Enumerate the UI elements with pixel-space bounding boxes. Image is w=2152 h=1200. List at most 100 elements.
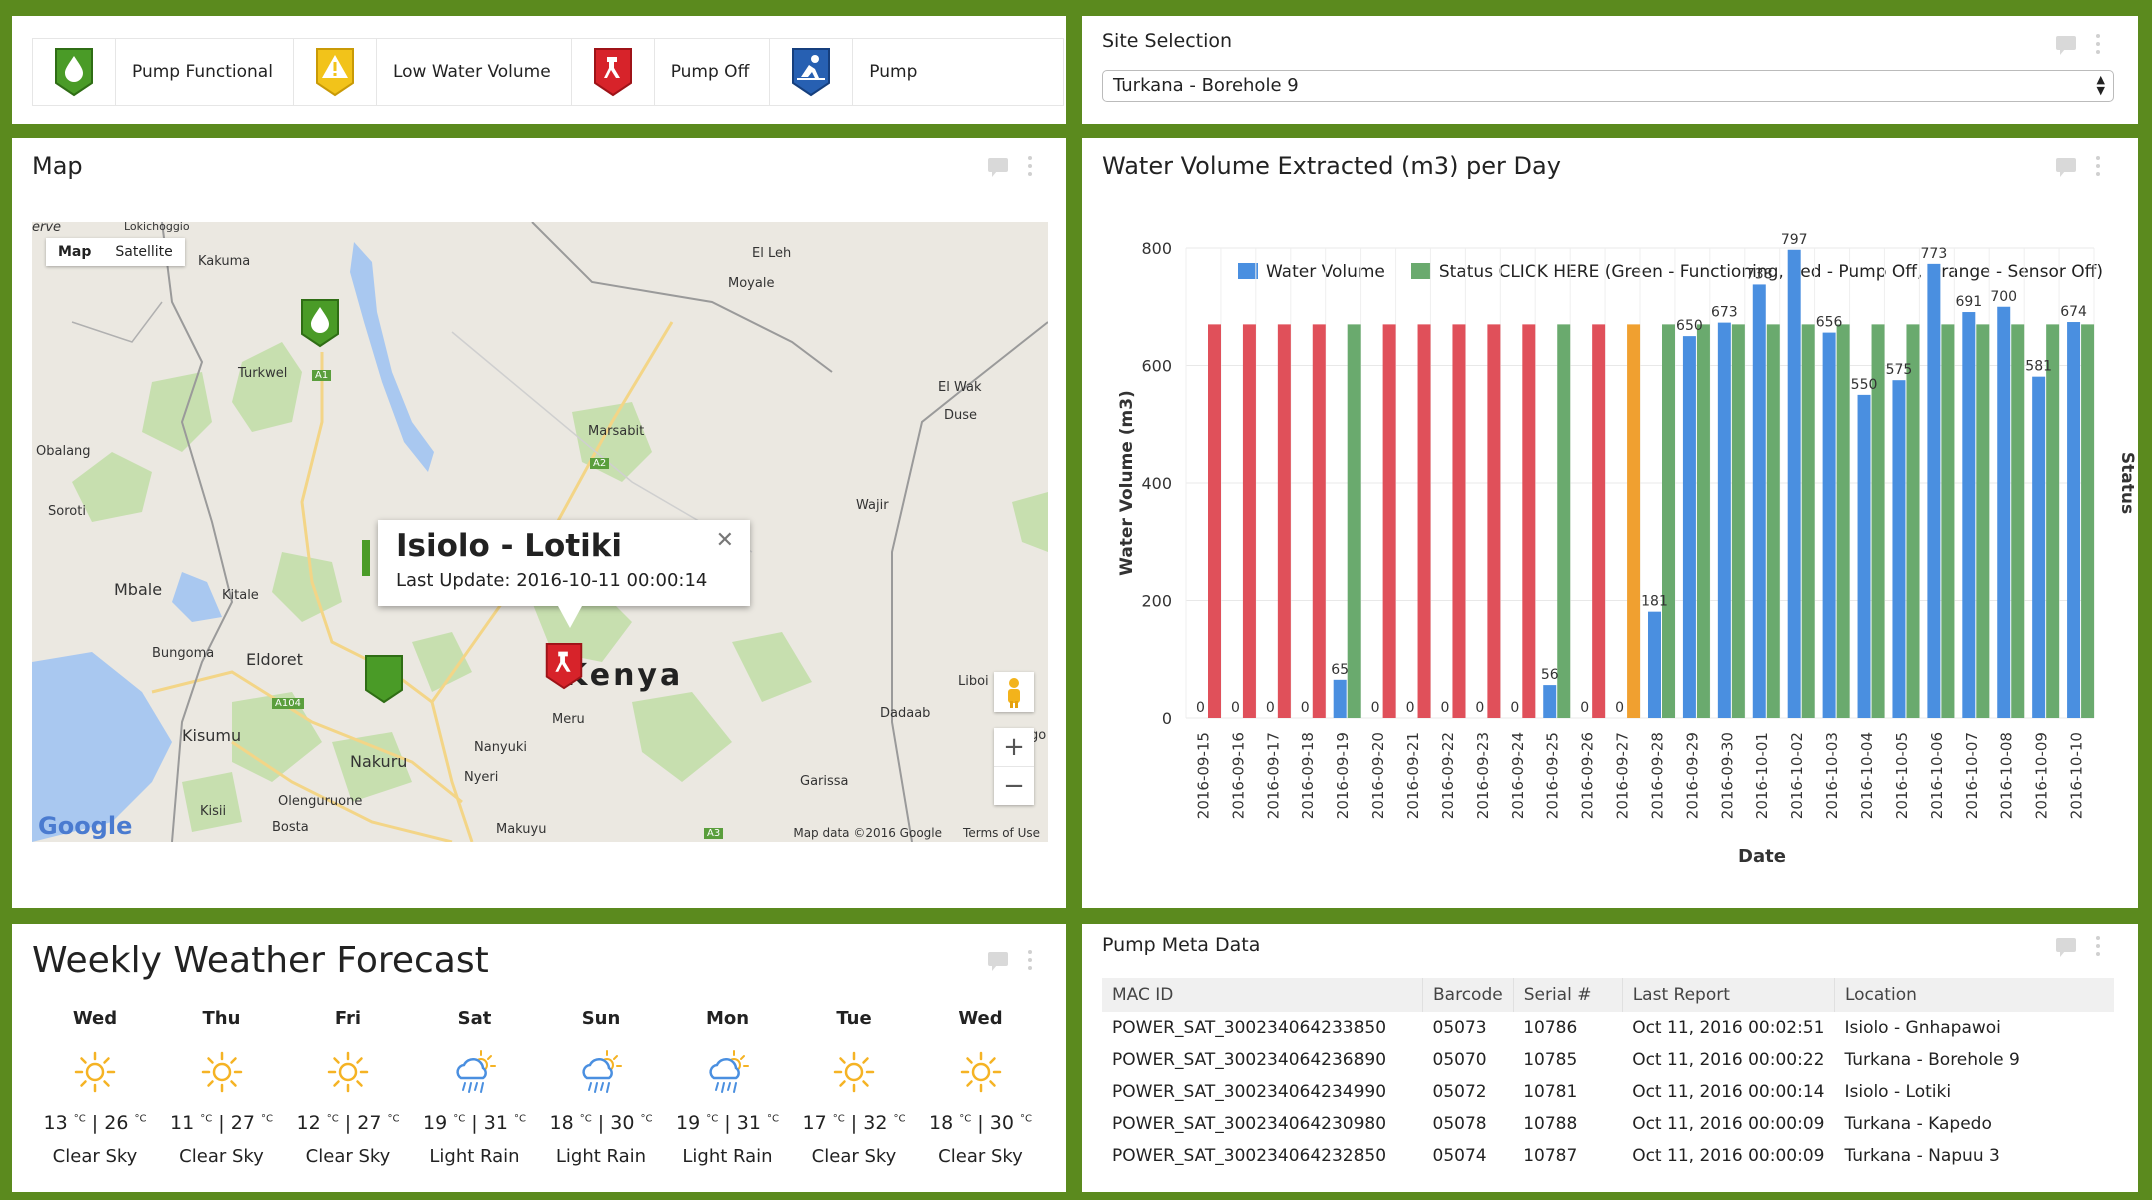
map-place-label: Bungoma (152, 646, 215, 661)
data-label: 0 (1301, 700, 1310, 716)
column-header-mac-id[interactable]: MAC ID (1102, 978, 1423, 1012)
comment-icon[interactable] (2056, 36, 2076, 55)
data-label: 0 (1196, 700, 1205, 716)
weather-day: Sun 18 °C | 30 °C Light Rain (538, 1008, 664, 1167)
weather-temperature: 19 °C | 31 °C (423, 1112, 526, 1134)
water-volume-bar (2032, 376, 2046, 718)
location-cell: Turkana - Napuu 3 (1844, 1146, 2000, 1166)
x-tick-label: 2016-09-29 (1683, 732, 1701, 819)
table-row[interactable]: POWER_SAT_300234064236890 05070 10785 Oct 1… (1102, 1044, 2114, 1076)
last-report-cell: Oct 11, 2016 00:02:51 (1632, 1018, 1825, 1038)
y2-axis-title: Status (2117, 452, 2137, 514)
map-road-label: A2 (590, 458, 610, 469)
column-header-serial[interactable]: Serial # (1512, 978, 1623, 1012)
column-header-location[interactable]: Location (1833, 978, 2114, 1012)
sun-icon (32, 1038, 158, 1106)
water-volume-bar (1717, 322, 1731, 718)
site-select[interactable]: Turkana - Borehole 9 ▲ ▼ (1102, 70, 2114, 102)
map-place-label: Duse (944, 408, 978, 423)
comment-icon[interactable] (2056, 938, 2076, 957)
comment-icon[interactable] (988, 952, 1008, 971)
mac-id-cell: POWER_SAT_300234064230980 (1112, 1114, 1387, 1134)
map-place-label: Olenguruone (278, 794, 363, 809)
water-volume-bar (1682, 336, 1696, 718)
legend-label: Low Water Volume (392, 62, 551, 82)
x-tick-label: 2016-09-20 (1369, 732, 1387, 819)
weather-forecast-panel: Weekly Weather Forecast Wed 13 °C | 26 °C… (12, 924, 1066, 1192)
weather-day-name: Sat (457, 1008, 492, 1029)
map-road-label: A1 (312, 370, 332, 381)
pump-functional-icon (33, 39, 116, 105)
map-road-label: A3 (704, 828, 724, 839)
data-label: 673 (1711, 305, 1738, 321)
map-place-label: Wajir (856, 498, 889, 513)
more-options-icon[interactable] (1028, 156, 1032, 180)
sun-icon (791, 1038, 917, 1106)
x-tick-label: 2016-10-09 (2033, 732, 2051, 819)
street-view-pegman-icon[interactable] (994, 672, 1034, 712)
weather-condition: Clear Sky (52, 1146, 138, 1167)
close-icon[interactable]: ✕ (716, 528, 734, 553)
more-options-icon[interactable] (2096, 34, 2100, 58)
status-bar (1731, 324, 1745, 718)
data-label: 575 (1886, 362, 1913, 378)
column-header-barcode[interactable]: Barcode (1422, 978, 1514, 1012)
table-row[interactable]: POWER_SAT_300234064230980 05078 10788 Oct 1… (1102, 1108, 2114, 1140)
rain-icon (412, 1038, 538, 1106)
table-row[interactable]: POWER_SAT_300234064233850 05073 10786 Oct 1… (1102, 1012, 2114, 1044)
panel-actions (988, 950, 1042, 972)
serial-cell: 10786 (1523, 1018, 1578, 1038)
status-bar (1801, 324, 1815, 718)
y-axis-title: Water Volume (m3) (1117, 390, 1137, 576)
zoom-controls: + − (994, 728, 1034, 805)
map-place-label: Mbale (114, 580, 163, 599)
sun-icon (918, 1038, 1044, 1106)
weather-day: Fri 12 °C | 27 °C Clear Sky (285, 1008, 411, 1167)
weather-day-name: Wed (72, 1008, 118, 1029)
pump-functional-marker[interactable] (298, 298, 342, 352)
zoom-in-button[interactable]: + (994, 728, 1034, 767)
more-options-icon[interactable] (2096, 936, 2100, 960)
water-volume-bar (1857, 394, 1871, 718)
x-tick-label: 2016-09-24 (1509, 732, 1527, 819)
site-selection-panel: Site Selection Turkana - Borehole 9 ▲ ▼ (1082, 16, 2138, 124)
x-tick-label: 2016-09-16 (1229, 732, 1247, 819)
status-bar (1242, 324, 1256, 718)
weather-temperature: 19 °C | 31 °C (676, 1112, 779, 1134)
weather-day: Thu 11 °C | 27 °C Clear Sky (159, 1008, 285, 1167)
pump-functional-marker[interactable] (362, 654, 406, 708)
table-row[interactable]: POWER_SAT_300234064232850 05074 10787 Oct 1… (1102, 1140, 2114, 1172)
comment-icon[interactable] (988, 158, 1008, 177)
water-volume-bar (1648, 611, 1661, 718)
x-tick-label: 2016-10-08 (1998, 732, 2016, 819)
status-bar (1557, 324, 1571, 718)
terms-of-use-link[interactable]: Terms of Use (963, 826, 1040, 840)
location-cell: Turkana - Kapedo (1844, 1114, 1992, 1134)
weather-day-name: Sun (581, 1008, 621, 1029)
pump-off-marker[interactable] (544, 642, 584, 694)
last-report-cell: Oct 11, 2016 00:00:09 (1632, 1146, 1825, 1166)
status-bar (1976, 324, 1990, 718)
status-bar (1452, 324, 1466, 718)
table-row[interactable]: POWER_SAT_300234064234990 05072 10781 Oct 1… (1102, 1076, 2114, 1108)
map-place-label: Nanyuki (474, 740, 528, 755)
map-view[interactable]: Map Satellite erve Lokichoggio Kakuma El… (32, 222, 1048, 842)
x-tick-label: 2016-10-06 (1928, 732, 1946, 819)
panel-actions (2056, 936, 2110, 958)
x-tick-label: 2016-10-10 (2068, 732, 2086, 819)
map-place-label: Nyeri (464, 770, 499, 785)
y-tick-label: 600 (1141, 357, 1172, 376)
status-bar (1941, 324, 1955, 718)
panel-title: Site Selection (1102, 30, 1233, 52)
map-type-satellite-button[interactable]: Satellite (103, 238, 184, 266)
last-report-cell: Oct 11, 2016 00:00:22 (1632, 1050, 1825, 1070)
map-type-map-button[interactable]: Map (46, 238, 103, 266)
location-cell: Isiolo - Gnhapawoi (1844, 1018, 2001, 1038)
more-options-icon[interactable] (1028, 950, 1032, 974)
column-header-last-report[interactable]: Last Report (1621, 978, 1835, 1012)
data-label: 773 (1921, 246, 1948, 262)
weather-condition: Clear Sky (179, 1146, 264, 1167)
map-place-label: El Wak (938, 380, 982, 395)
serial-cell: 10785 (1523, 1050, 1578, 1070)
zoom-out-button[interactable]: − (994, 767, 1034, 805)
